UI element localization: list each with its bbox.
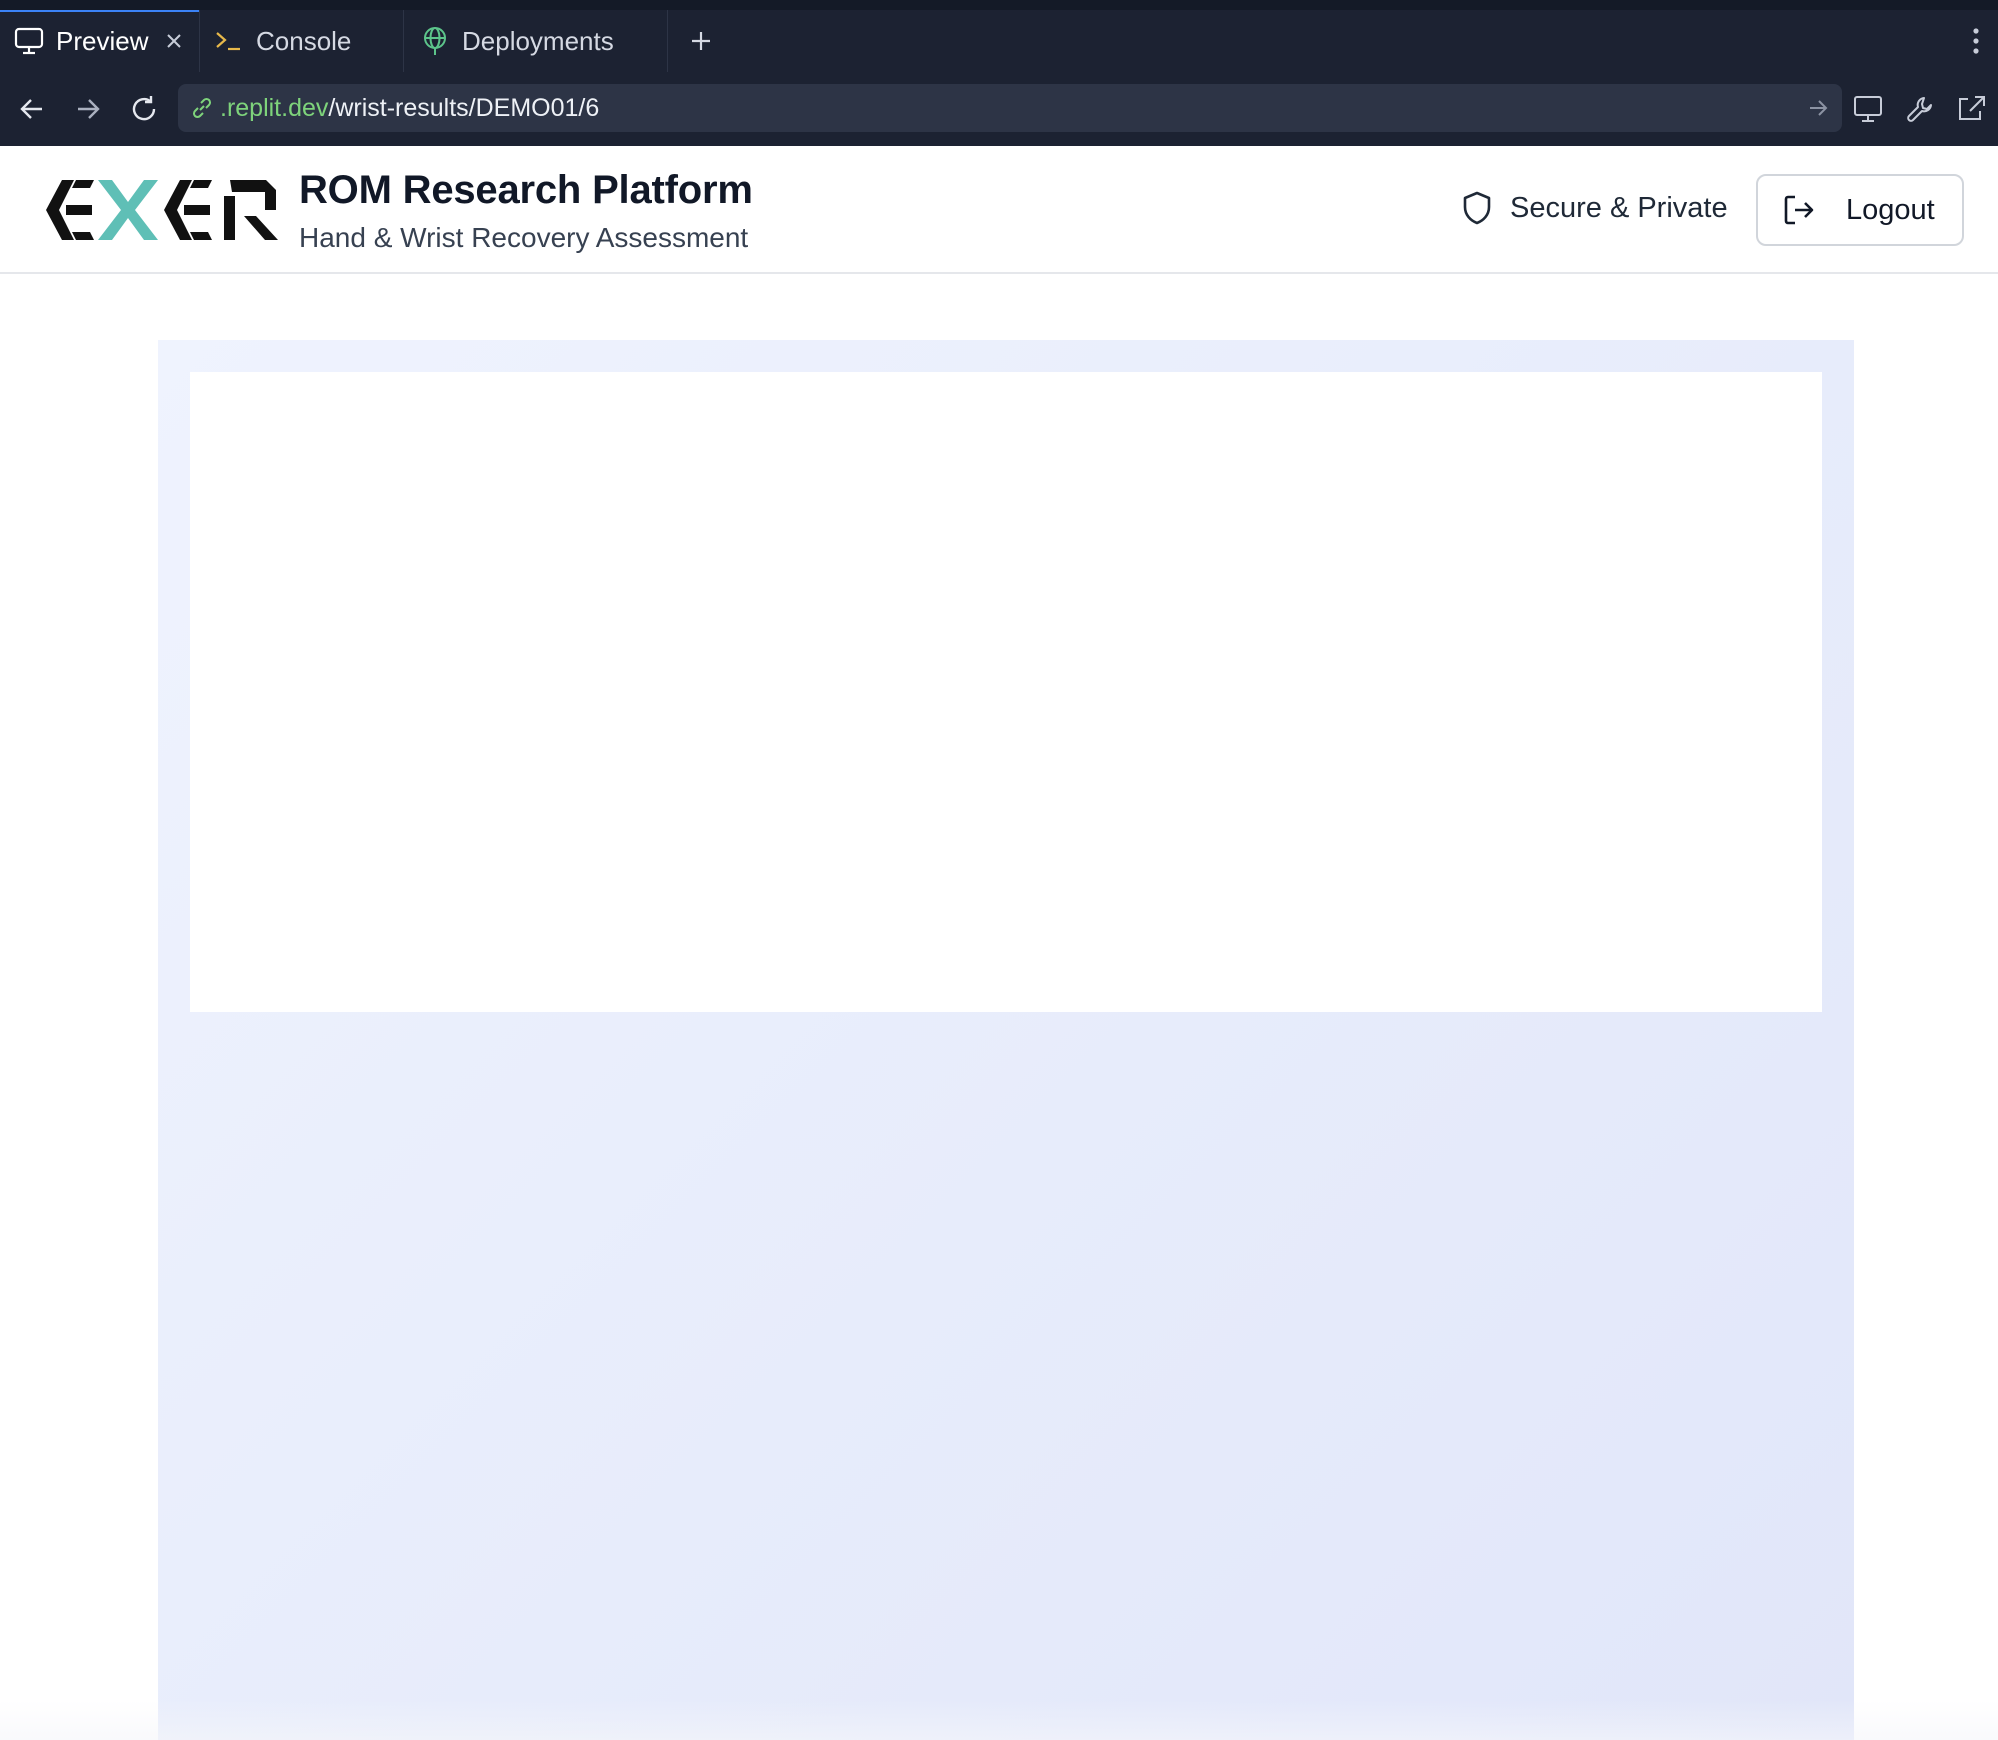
device-preview-button[interactable] xyxy=(1842,83,1894,135)
page-subtitle: Hand & Wrist Recovery Assessment xyxy=(299,222,749,253)
arrow-right-icon xyxy=(78,99,100,119)
exer-logo[interactable] xyxy=(46,176,278,244)
wrench-icon xyxy=(1907,97,1932,122)
globe-icon xyxy=(420,26,450,56)
logout-label: Logout xyxy=(1846,193,1935,226)
plus-icon xyxy=(692,32,710,50)
terminal-icon xyxy=(214,26,244,56)
app-header: ROM Research Platform Hand & Wrist Recov… xyxy=(0,146,1998,274)
tab-preview[interactable]: Preview xyxy=(0,10,200,72)
url-path: /wrist-results/DEMO01/6 xyxy=(328,93,600,122)
devtools-button[interactable] xyxy=(1894,83,1946,135)
tab-deployments-label: Deployments xyxy=(462,25,614,56)
arrow-left-icon xyxy=(20,99,42,119)
address-bar-tools xyxy=(1842,80,1998,138)
close-icon[interactable] xyxy=(161,28,187,54)
secure-label: Secure & Private xyxy=(1510,191,1728,224)
tab-console-label: Console xyxy=(256,25,352,56)
reload-button[interactable] xyxy=(116,81,172,137)
logout-icon xyxy=(1782,193,1816,227)
secure-badge: Secure & Private xyxy=(1460,190,1728,226)
tab-console[interactable]: Console xyxy=(200,10,404,72)
new-tab-button[interactable] xyxy=(668,10,734,72)
tab-preview-label: Preview xyxy=(56,25,149,56)
go-arrow-icon[interactable] xyxy=(1804,94,1832,122)
page-title: ROM Research Platform xyxy=(299,168,753,212)
more-options-button[interactable] xyxy=(1954,10,1998,72)
address-bar: .replit.dev/wrist-results/DEMO01/6 xyxy=(0,72,1998,146)
results-card xyxy=(190,372,1822,1012)
external-link-icon xyxy=(1959,96,1985,120)
reload-icon xyxy=(132,96,156,121)
kebab-icon xyxy=(1973,28,1979,54)
back-button[interactable] xyxy=(4,81,60,137)
tab-bar-spacer xyxy=(734,10,1954,72)
url-input[interactable]: .replit.dev/wrist-results/DEMO01/6 xyxy=(178,84,1842,132)
shield-icon xyxy=(1460,190,1494,226)
forward-button[interactable] xyxy=(60,81,116,137)
monitor-icon xyxy=(14,26,44,56)
tab-deployments[interactable]: Deployments xyxy=(404,10,668,72)
browser-chrome: Preview Console Deployments .replit.dev … xyxy=(0,0,1998,146)
link-icon xyxy=(188,94,216,122)
logout-button[interactable]: Logout xyxy=(1756,174,1964,246)
window-top-strip xyxy=(0,0,1998,10)
open-new-window-button[interactable] xyxy=(1946,83,1998,135)
url-domain: .replit.dev xyxy=(220,93,329,122)
tab-bar: Preview Console Deployments xyxy=(0,10,1998,72)
monitor-icon xyxy=(1854,96,1882,122)
